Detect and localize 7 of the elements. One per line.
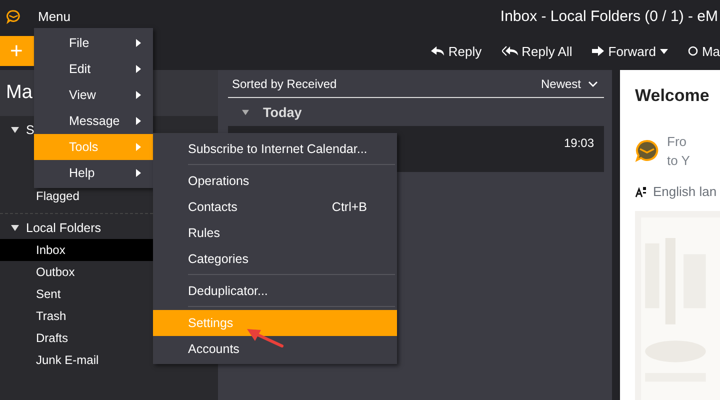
message-time: 19:03 — [564, 136, 594, 152]
sort-label: Sorted by Received — [232, 76, 337, 90]
sidebar-title: Ma — [6, 82, 32, 104]
welcome-heading: Welcome — [635, 86, 710, 106]
intro-text: to Y — [667, 152, 690, 170]
intro-text: Fro — [667, 133, 688, 151]
window-title: Inbox - Local Folders (0 / 1) - eM — [500, 8, 718, 24]
